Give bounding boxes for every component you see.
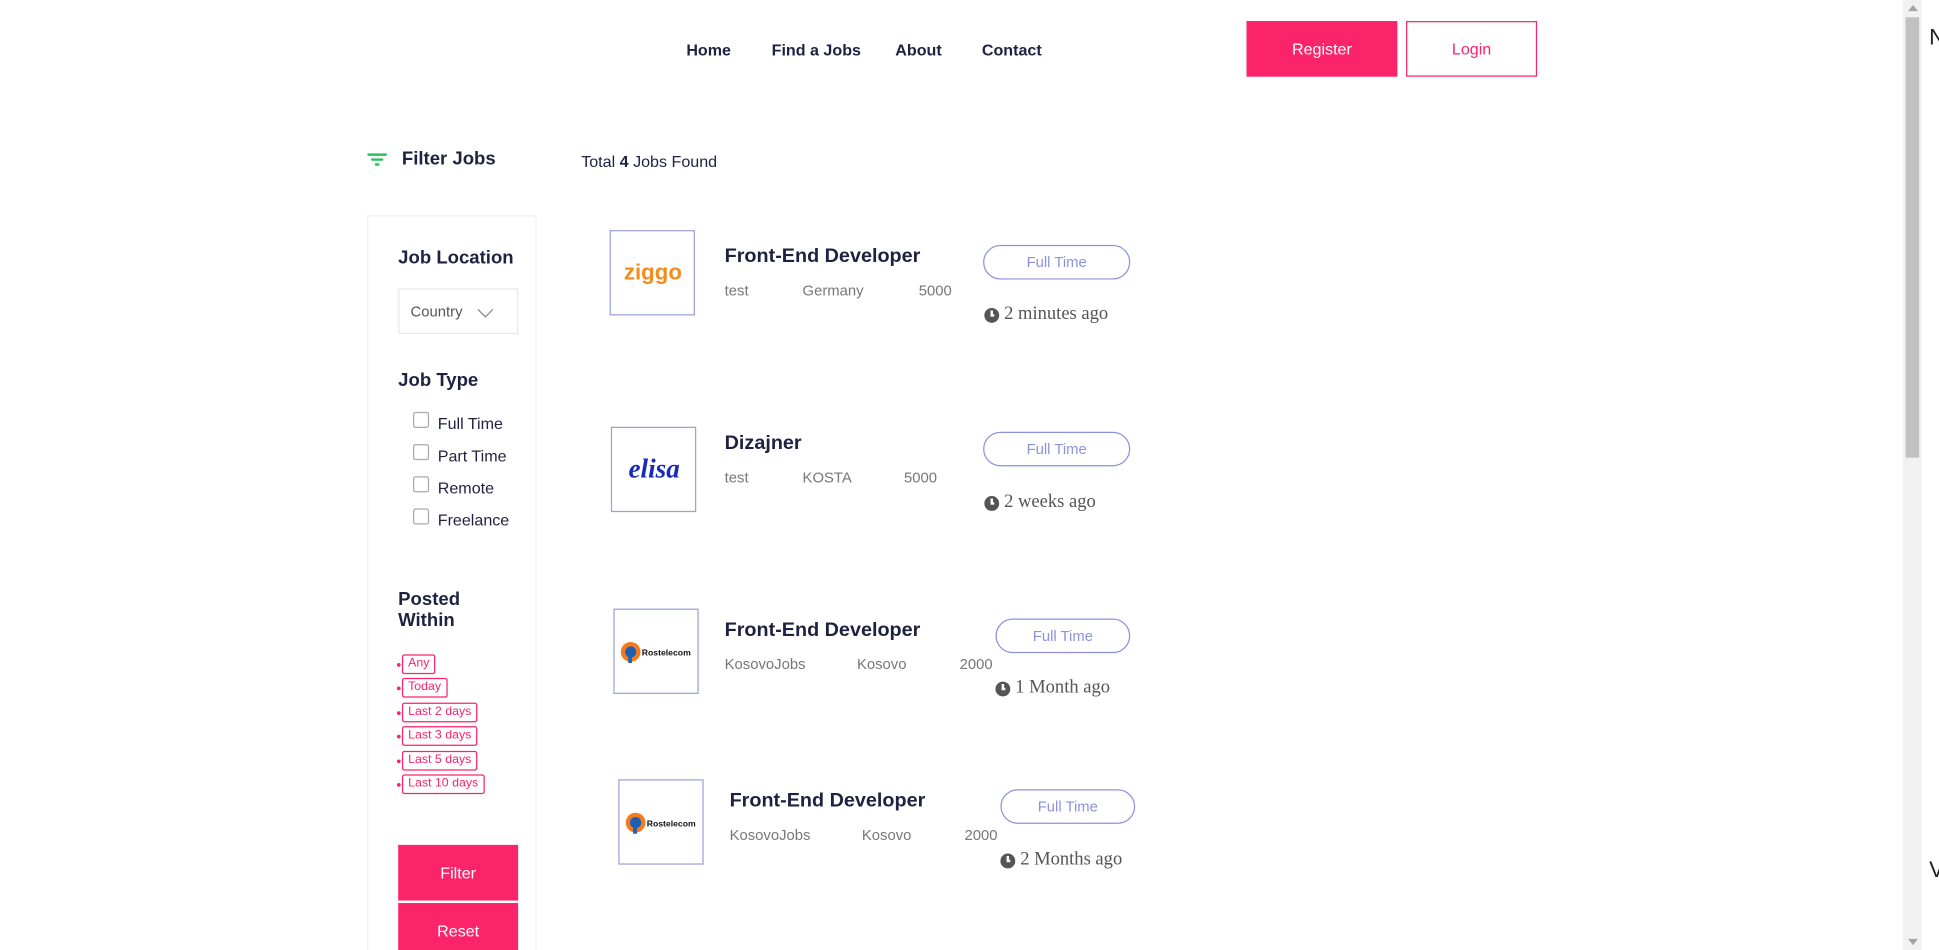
page-scrollbar[interactable] — [1903, 0, 1922, 950]
posted-last-5-days[interactable]: Last 5 days — [396, 750, 478, 771]
jobs-found-count: Total 4 Jobs Found — [581, 152, 717, 171]
job-location: Kosovo — [856, 655, 907, 673]
job-type-heading: Job Type — [398, 369, 479, 391]
scrollbar-thumb[interactable] — [1905, 17, 1920, 458]
part-time-label: Part Time — [437, 446, 507, 466]
edge-text-top: N — [1929, 25, 1939, 51]
register-button[interactable]: Register — [1246, 21, 1398, 77]
full-time-checkbox[interactable] — [413, 411, 430, 429]
company-logo[interactable]: Rostelecom — [618, 779, 704, 865]
job-location: Germany — [802, 282, 864, 300]
posted-last-2-days-tag[interactable]: Last 2 days — [401, 702, 478, 723]
posted-last-5-days-tag[interactable]: Last 5 days — [401, 750, 478, 771]
job-company: test — [724, 468, 749, 487]
total-suffix: Jobs Found — [633, 152, 718, 171]
posted-last-3-days[interactable]: Last 3 days — [396, 726, 478, 746]
nav-find-jobs-link[interactable]: Find a Jobs — [772, 41, 861, 60]
job-type-badge[interactable]: Full Time — [983, 244, 1131, 280]
job-type-badge[interactable]: Full Time — [983, 431, 1131, 467]
clock-icon — [1000, 852, 1016, 868]
job-title[interactable]: Front-End Developer — [730, 790, 926, 812]
remote-label: Remote — [437, 478, 495, 498]
filter-button[interactable]: Filter — [398, 844, 519, 901]
freelance-label: Freelance — [437, 510, 510, 530]
job-posted-text: 2 weeks ago — [1004, 492, 1096, 513]
filter-sidebar: Job Location Country Job Type Full Time … — [367, 215, 537, 950]
job-posted-time: 2 weeks ago — [984, 492, 1096, 513]
posted-last-2-days[interactable]: Last 2 days — [396, 702, 478, 723]
chevron-down-icon — [477, 301, 494, 318]
job-location: Kosovo — [861, 826, 912, 844]
total-count: 4 — [619, 152, 629, 171]
freelance-checkbox[interactable] — [413, 508, 430, 525]
job-location-heading: Job Location — [398, 247, 514, 269]
remote-checkbox[interactable] — [413, 476, 430, 493]
scroll-up-arrow-icon[interactable] — [1908, 4, 1918, 12]
clock-icon — [984, 495, 1000, 511]
edge-text-bottom: V — [1929, 857, 1939, 883]
posted-last-10-days-tag[interactable]: Last 10 days — [401, 774, 485, 795]
svg-text:ziggo: ziggo — [623, 259, 681, 284]
posted-within-heading: Posted Within — [398, 589, 460, 631]
posted-today[interactable]: Today — [396, 677, 448, 698]
job-title[interactable]: Front-End Developer — [725, 620, 921, 642]
posted-within-line-2: Within — [398, 609, 455, 631]
scroll-down-arrow-icon[interactable] — [1908, 938, 1918, 946]
svg-text:Rostelecom: Rostelecom — [646, 818, 695, 828]
job-salary: 5000 — [903, 468, 937, 487]
rostelecom-logo-icon: Rostelecom — [625, 812, 695, 834]
job-title[interactable]: Front-End Developer — [725, 246, 921, 268]
job-type-freelance[interactable]: Freelance — [413, 508, 510, 530]
login-button[interactable]: Login — [1406, 21, 1538, 77]
filter-icon — [367, 152, 388, 167]
country-select[interactable]: Country — [398, 288, 519, 334]
posted-any-tag[interactable]: Any — [401, 654, 436, 675]
filter-header: Filter Jobs — [367, 148, 496, 170]
job-type-full-time[interactable]: Full Time — [413, 411, 503, 433]
job-posted-time: 2 Months ago — [1000, 850, 1122, 871]
job-posted-time: 2 minutes ago — [984, 304, 1108, 325]
job-type-part-time[interactable]: Part Time — [413, 444, 507, 466]
job-location: KOSTA — [802, 468, 852, 487]
clock-icon — [984, 307, 1000, 323]
posted-any[interactable]: Any — [396, 654, 436, 675]
full-time-label: Full Time — [437, 414, 503, 433]
posted-last-10-days[interactable]: Last 10 days — [396, 774, 485, 795]
nav-about-link[interactable]: About — [895, 41, 941, 60]
reset-button[interactable]: Reset — [398, 903, 519, 950]
elisa-logo-icon: elisa — [628, 455, 679, 483]
svg-text:elisa: elisa — [628, 455, 679, 483]
job-company: test — [724, 282, 749, 300]
company-logo[interactable]: Rostelecom — [613, 608, 699, 694]
job-type-badge[interactable]: Full Time — [1000, 789, 1136, 824]
filter-title: Filter Jobs — [401, 148, 496, 170]
svg-text:Rostelecom: Rostelecom — [641, 647, 690, 657]
job-type-remote[interactable]: Remote — [413, 476, 495, 498]
company-logo[interactable]: ziggo — [609, 230, 695, 316]
job-posted-text: 2 Months ago — [1020, 849, 1123, 870]
job-posted-time: 1 Month ago — [995, 678, 1110, 699]
part-time-checkbox[interactable] — [413, 444, 430, 461]
nav-contact-link[interactable]: Contact — [982, 41, 1042, 60]
company-logo[interactable]: elisa — [610, 426, 697, 513]
job-title[interactable]: Dizajner — [725, 433, 802, 455]
job-posted-text: 1 Month ago — [1015, 677, 1111, 698]
clock-icon — [995, 680, 1011, 696]
nav-home-link[interactable]: Home — [686, 41, 731, 60]
rostelecom-logo-icon: Rostelecom — [620, 641, 690, 663]
country-select-value: Country — [410, 302, 463, 320]
job-salary: 5000 — [918, 282, 952, 300]
total-prefix: Total — [581, 152, 616, 171]
job-salary: 2000 — [959, 655, 993, 673]
job-company: KosovoJobs — [729, 826, 811, 844]
job-posted-text: 2 minutes ago — [1004, 304, 1109, 325]
job-salary: 2000 — [964, 826, 998, 844]
ziggo-logo-icon: ziggo — [623, 259, 681, 284]
posted-last-3-days-tag[interactable]: Last 3 days — [401, 726, 478, 746]
job-type-badge[interactable]: Full Time — [995, 618, 1131, 654]
job-company: KosovoJobs — [724, 655, 806, 673]
posted-within-line-1: Posted — [398, 588, 461, 610]
posted-today-tag[interactable]: Today — [401, 677, 448, 698]
